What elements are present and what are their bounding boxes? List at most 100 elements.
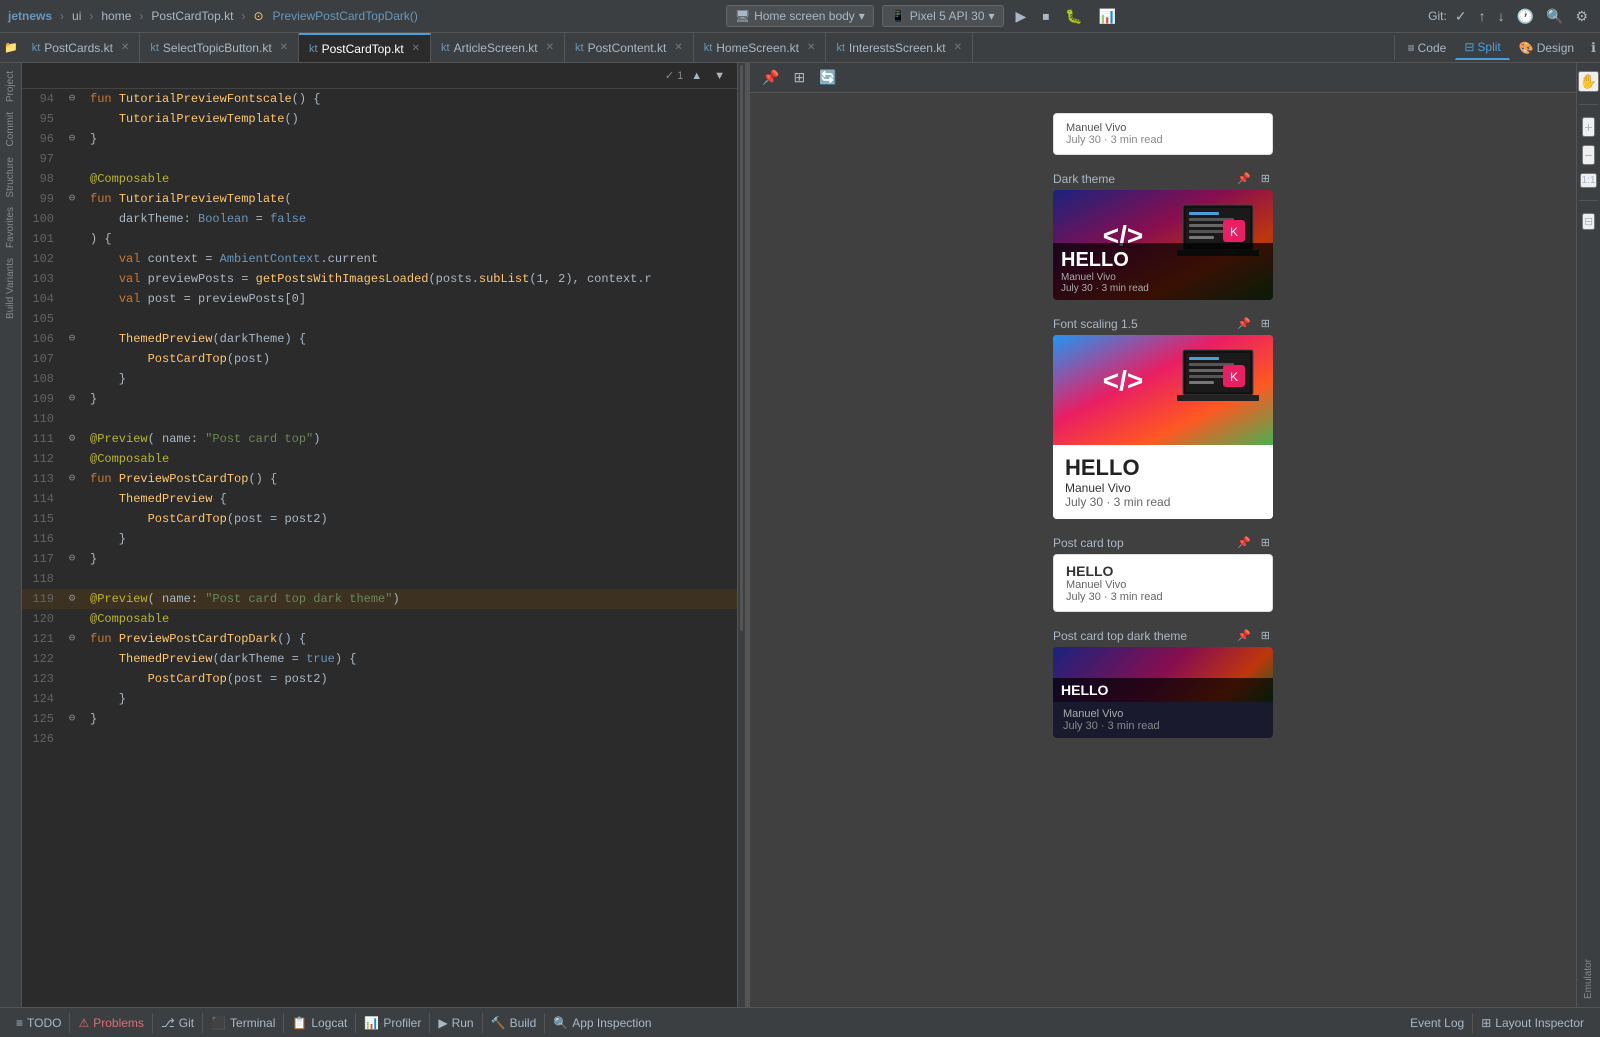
post-card-top-dark-pin-icon[interactable]: 📌	[1234, 628, 1254, 643]
tab-postcontent[interactable]: kt PostContent.kt ✕	[565, 33, 694, 63]
post-card-top-pin-icon[interactable]: 📌	[1234, 535, 1254, 550]
breadcrumb-function: ⊙	[253, 9, 263, 23]
profiler-icon: 📊	[364, 1016, 379, 1030]
bottombar-terminal[interactable]: ⬛ Terminal	[203, 1008, 283, 1037]
preview-post-card-top-card[interactable]: HELLO Manuel Vivo July 30 · 3 min read	[1053, 554, 1273, 612]
tab-code[interactable]: ≡ Code	[1399, 36, 1456, 60]
todo-icon: ≡	[16, 1016, 23, 1030]
dark-theme-pin-icon[interactable]: 📌	[1234, 171, 1254, 186]
debug-button[interactable]: 🐛	[1061, 6, 1086, 27]
breadcrumb-ui[interactable]: ui	[72, 9, 81, 23]
font-scaling-meta1: Manuel Vivo	[1065, 481, 1261, 495]
code-line-119: 119 ⚙ @Preview( name: "Post card top dar…	[22, 589, 737, 609]
prev-preview-button[interactable]: ▲	[687, 68, 706, 84]
tab-close-postcontent[interactable]: ✕	[674, 42, 682, 53]
split-icon: ⊟	[1464, 40, 1474, 54]
git-pull-button[interactable]: ↓	[1494, 6, 1509, 26]
dark-theme-expand-icon[interactable]: ⊞	[1258, 171, 1273, 186]
bottombar-run[interactable]: ▶ Run	[430, 1008, 481, 1037]
sidebar-item-structure[interactable]: Structure	[5, 153, 16, 202]
code-line-105: 105	[22, 309, 737, 329]
bottombar-build[interactable]: 🔨 Build	[483, 1008, 545, 1037]
profile-button[interactable]: 📊	[1095, 6, 1120, 27]
settings-button[interactable]: ⚙	[1571, 6, 1592, 27]
project-icon[interactable]: 📁	[0, 41, 22, 54]
bottombar-profiler[interactable]: 📊 Profiler	[356, 1008, 429, 1037]
bottombar-layout-inspector[interactable]: ⊞ Layout Inspector	[1473, 1008, 1592, 1037]
preview-partial-meta1: Manuel Vivo	[1066, 122, 1260, 134]
preview-post-card-top-icons: 📌 ⊞	[1234, 535, 1273, 550]
bottombar-git[interactable]: ⎇ Git	[153, 1008, 202, 1037]
breadcrumb-file[interactable]: PostCardTop.kt	[151, 9, 233, 23]
hand-tool-button[interactable]: ✋	[1578, 71, 1599, 92]
font-scaling-expand-icon[interactable]: ⊞	[1258, 316, 1273, 331]
history-button[interactable]: 🕐	[1513, 6, 1538, 27]
bottombar-app-inspection[interactable]: 🔍 App Inspection	[545, 1008, 659, 1037]
breadcrumb-home[interactable]: home	[101, 9, 131, 23]
bottombar-event-log[interactable]: Event Log	[1402, 1008, 1472, 1037]
refresh-grid-button[interactable]: ⊞	[789, 67, 809, 88]
git-commit-button[interactable]: ✓	[1451, 6, 1471, 27]
grid-button[interactable]: ⊟	[1582, 213, 1595, 230]
tab-close-homescreen[interactable]: ✕	[807, 42, 815, 53]
refresh-all-button[interactable]: 🔄	[815, 67, 840, 88]
git-push-button[interactable]: ↑	[1475, 6, 1490, 26]
code-scrollbar[interactable]	[737, 63, 745, 1007]
code-line-96: 96 ⊖ }	[22, 129, 737, 149]
tab-close-interestsscreen[interactable]: ✕	[954, 42, 962, 53]
breadcrumb-sep-1: ›	[60, 9, 64, 23]
code-scrollbar-thumb[interactable]	[740, 65, 743, 631]
info-button[interactable]: ℹ	[1587, 38, 1600, 58]
sidebar-item-build-variants[interactable]: Build Variants	[5, 254, 16, 323]
stop-button[interactable]: ⏹	[1038, 6, 1053, 27]
fit-to-screen-button[interactable]: 1:1	[1580, 173, 1598, 188]
tab-close-postcardtop[interactable]: ✕	[412, 43, 420, 54]
device-dropdown[interactable]: 📱 Pixel 5 API 30 ▾	[882, 5, 1004, 27]
preview-font-scaling-card[interactable]: </> K	[1053, 335, 1273, 519]
tabbar: 📁 kt PostCards.kt ✕ kt SelectTopicButton…	[0, 33, 1600, 63]
tab-design[interactable]: 🎨 Design	[1510, 36, 1583, 60]
sidebar-item-commit[interactable]: Commit	[5, 108, 16, 150]
code-panel-header: ✓ 1 ▲ ▼	[22, 63, 737, 89]
preview-post-card-top-dark-card[interactable]: HELLO Manuel Vivo July 30 · 3 min read	[1053, 647, 1273, 738]
post-card-top-dark-expand-icon[interactable]: ⊞	[1258, 628, 1273, 643]
event-log-label: Event Log	[1410, 1016, 1464, 1030]
preview-section-dark-theme: Dark theme 📌 ⊞	[1053, 171, 1273, 300]
preview-dark-theme-card[interactable]: </> K	[1053, 190, 1273, 300]
tab-postcardtop[interactable]: kt PostCardTop.kt ✕	[299, 33, 431, 63]
code-line-118: 118	[22, 569, 737, 589]
tab-close-selecttopic[interactable]: ✕	[280, 42, 288, 53]
font-scaling-pin-icon[interactable]: 📌	[1234, 316, 1254, 331]
bottombar-logcat[interactable]: 📋 Logcat	[284, 1008, 355, 1037]
right-controls: ✋ + − 1:1 ⊟ Emulator	[1576, 63, 1600, 1007]
tab-close-postcards[interactable]: ✕	[121, 42, 129, 53]
code-line-99: 99 ⊖ fun TutorialPreviewTemplate(	[22, 189, 737, 209]
sidebar-item-favorites[interactable]: Favorites	[5, 203, 16, 252]
preview-section-post-card-top-dark: Post card top dark theme 📌 ⊞ HELLO Manu	[1053, 628, 1273, 738]
tab-postcards[interactable]: kt PostCards.kt ✕	[22, 33, 141, 63]
bottombar-problems[interactable]: ⚠ Problems	[70, 1008, 151, 1037]
tab-selecttopic[interactable]: kt SelectTopicButton.kt ✕	[140, 33, 299, 63]
problems-label: Problems	[93, 1016, 144, 1030]
next-preview-button[interactable]: ▼	[710, 68, 729, 84]
preview-dark-theme-label: Dark theme 📌 ⊞	[1053, 171, 1273, 186]
tab-articlescreen[interactable]: kt ArticleScreen.kt ✕	[431, 33, 565, 63]
preview-dark-theme-label-text: Dark theme	[1053, 172, 1115, 186]
bottombar-todo[interactable]: ≡ TODO	[8, 1008, 69, 1037]
post-card-dark-image-overlay: HELLO	[1053, 678, 1273, 702]
tab-split[interactable]: ⊟ Split	[1455, 35, 1509, 60]
search-button[interactable]: 🔍	[1542, 6, 1567, 27]
zoom-in-button[interactable]: +	[1582, 117, 1594, 137]
tab-interestsscreen[interactable]: kt InterestsScreen.kt ✕	[826, 33, 973, 63]
pin-button[interactable]: 📌	[758, 67, 783, 88]
device-label: Pixel 5 API 30	[910, 9, 985, 23]
tab-homescreen[interactable]: kt HomeScreen.kt ✕	[694, 33, 827, 63]
zoom-out-button[interactable]: −	[1582, 145, 1594, 165]
run-button[interactable]: ▶	[1012, 6, 1031, 27]
code-line-106: 106 ⊖ ThemedPreview(darkTheme) {	[22, 329, 737, 349]
preview-dropdown[interactable]: 🖥 Home screen body ▾	[726, 5, 874, 27]
tab-close-articlescreen[interactable]: ✕	[546, 42, 554, 53]
post-card-top-expand-icon[interactable]: ⊞	[1258, 535, 1273, 550]
sidebar-item-project[interactable]: Project	[5, 67, 16, 106]
breadcrumb-preview-fn[interactable]: PreviewPostCardTopDark()	[273, 9, 418, 23]
